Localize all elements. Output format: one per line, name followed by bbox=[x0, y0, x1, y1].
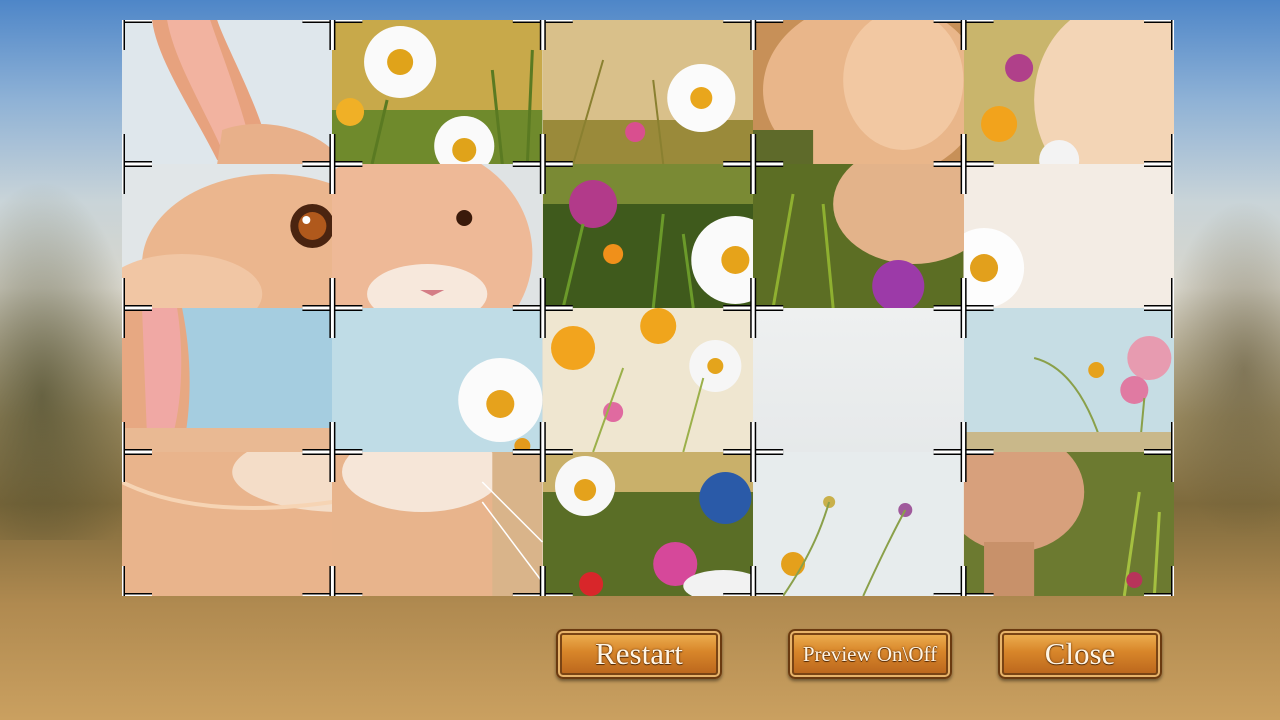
puzzle-tile-r0-c3[interactable] bbox=[753, 20, 964, 164]
puzzle-tile-r0-c2[interactable] bbox=[542, 20, 754, 164]
puzzle-tile-r2-c1[interactable] bbox=[332, 308, 543, 452]
puzzle-tile-r3-c2[interactable] bbox=[542, 452, 754, 596]
puzzle-tile-r0-c4[interactable] bbox=[963, 20, 1174, 164]
puzzle-board bbox=[122, 20, 1174, 596]
puzzle-tile-r0-c1[interactable] bbox=[332, 20, 543, 164]
puzzle-tile-r2-c0[interactable] bbox=[122, 308, 333, 452]
puzzle-tile-r1-c3[interactable] bbox=[753, 164, 964, 308]
puzzle-tile-r3-c1[interactable] bbox=[332, 452, 543, 596]
puzzle-tile-r2-c4[interactable] bbox=[963, 308, 1174, 452]
background-blur-left bbox=[0, 180, 140, 540]
puzzle-tile-r3-c3[interactable] bbox=[753, 452, 964, 596]
puzzle-tile-r1-c4[interactable] bbox=[963, 164, 1174, 308]
puzzle-tile-r2-c2[interactable] bbox=[542, 308, 754, 452]
puzzle-tile-r3-c0[interactable] bbox=[122, 452, 333, 596]
preview-toggle-button[interactable]: Preview On\Off bbox=[788, 629, 952, 679]
restart-button[interactable]: Restart bbox=[556, 629, 722, 679]
puzzle-tile-r1-c2[interactable] bbox=[542, 164, 754, 308]
puzzle-empty-slot[interactable] bbox=[753, 308, 964, 452]
background-blur-right bbox=[1160, 200, 1280, 540]
puzzle-tile-r1-c0[interactable] bbox=[122, 164, 333, 308]
puzzle-tile-r1-c1[interactable] bbox=[332, 164, 543, 308]
close-button[interactable]: Close bbox=[998, 629, 1162, 679]
puzzle-tile-r0-c0[interactable] bbox=[122, 20, 333, 164]
puzzle-tile-r3-c4[interactable] bbox=[963, 452, 1174, 596]
